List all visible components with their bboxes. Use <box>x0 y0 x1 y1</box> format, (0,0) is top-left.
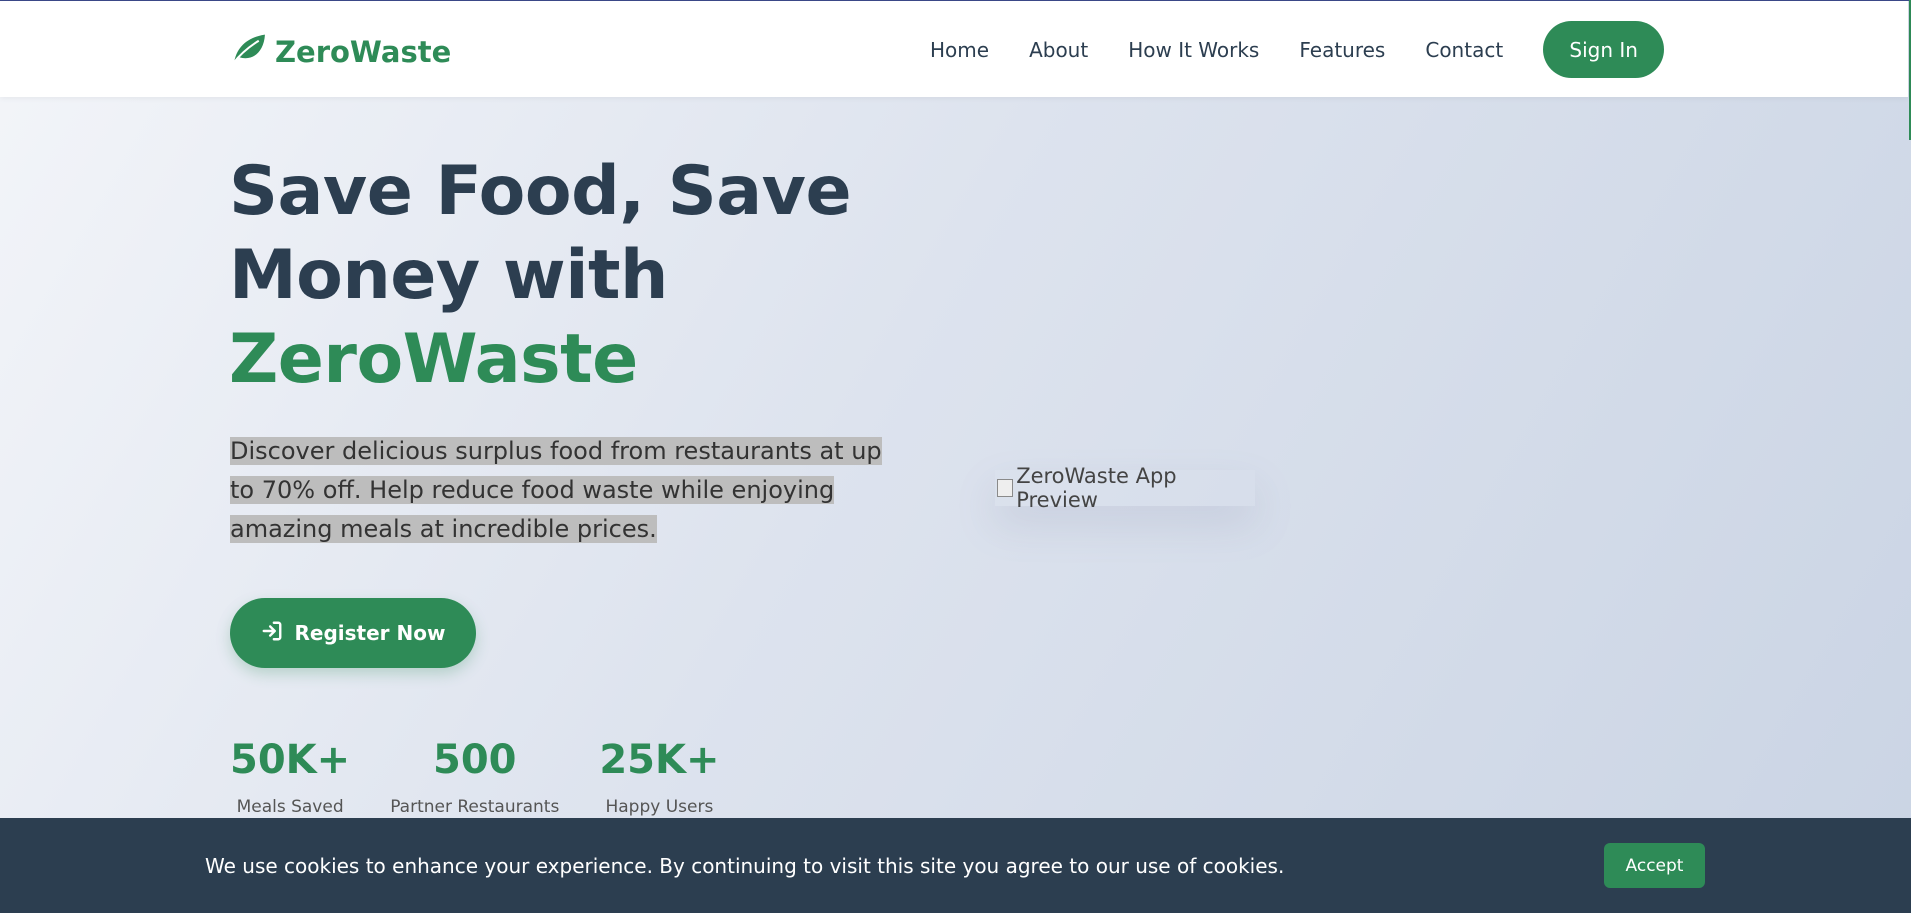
stat-value: 50K+ <box>230 737 351 783</box>
stat-partner-restaurants: 500 Partner Restaurants <box>390 735 559 817</box>
hero-title-accent: ZeroWaste <box>229 320 638 399</box>
stat-meals-saved: 50K+ Meals Saved <box>230 735 350 817</box>
stat-label: Happy Users <box>605 797 714 817</box>
broken-image-icon <box>995 477 1014 499</box>
cookie-banner: We use cookies to enhance your experienc… <box>0 818 1911 913</box>
brand-logo[interactable]: ZeroWaste <box>230 31 451 72</box>
sign-in-button[interactable]: Sign In <box>1543 21 1665 78</box>
app-preview-image: ZeroWaste App Preview <box>995 464 1255 512</box>
nav-home[interactable]: Home <box>930 38 989 62</box>
stat-value: 500 <box>433 737 517 783</box>
hero-description-text: Discover delicious surplus food from res… <box>230 437 882 543</box>
brand-name: ZeroWaste <box>275 34 452 69</box>
stat-happy-users: 25K+ Happy Users <box>599 735 719 817</box>
nav-how-it-works[interactable]: How It Works <box>1128 38 1259 62</box>
app-preview-alt: ZeroWaste App Preview <box>1016 464 1177 512</box>
hero-title-line2: Money with <box>229 236 668 315</box>
leaf-icon <box>230 31 267 72</box>
nav-features[interactable]: Features <box>1299 38 1385 62</box>
nav-contact[interactable]: Contact <box>1425 38 1503 62</box>
stat-label: Partner Restaurants <box>390 797 560 817</box>
sign-in-icon <box>261 620 283 647</box>
accept-cookies-button[interactable]: Accept <box>1604 843 1705 888</box>
hero-title-line1: Save Food, Save <box>229 152 852 231</box>
hero-description: Discover delicious surplus food from res… <box>230 432 911 549</box>
register-label: Register Now <box>294 621 446 645</box>
main-nav: Home About How It Works Features Contact… <box>930 21 1665 78</box>
register-button[interactable]: Register Now <box>230 598 476 668</box>
stats-row: 50K+ Meals Saved 500 Partner Restaurants… <box>230 735 760 817</box>
stat-value: 25K+ <box>599 737 720 783</box>
site-header: ZeroWaste Home About How It Works Featur… <box>0 1 1908 97</box>
hero-title: Save Food, Save Money with ZeroWaste <box>229 150 869 402</box>
cookie-text: We use cookies to enhance your experienc… <box>205 854 1285 878</box>
stat-label: Meals Saved <box>236 797 344 817</box>
nav-about[interactable]: About <box>1029 38 1088 62</box>
